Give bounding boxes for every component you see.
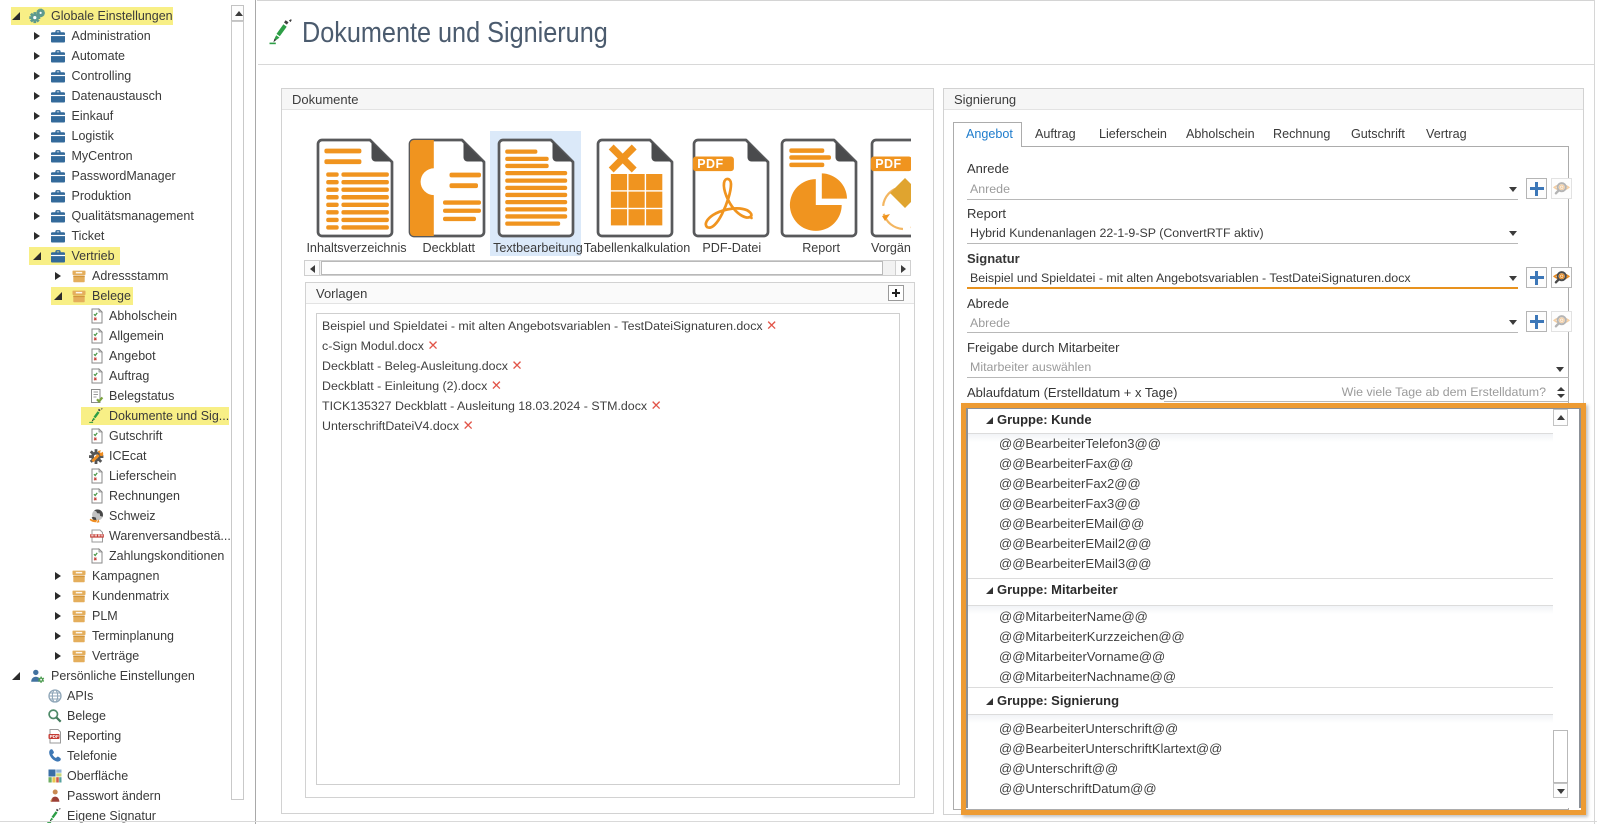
svg-text:PDF: PDF xyxy=(875,157,902,171)
svg-text:PDF: PDF xyxy=(50,734,59,739)
svg-text:PDF: PDF xyxy=(697,157,724,171)
